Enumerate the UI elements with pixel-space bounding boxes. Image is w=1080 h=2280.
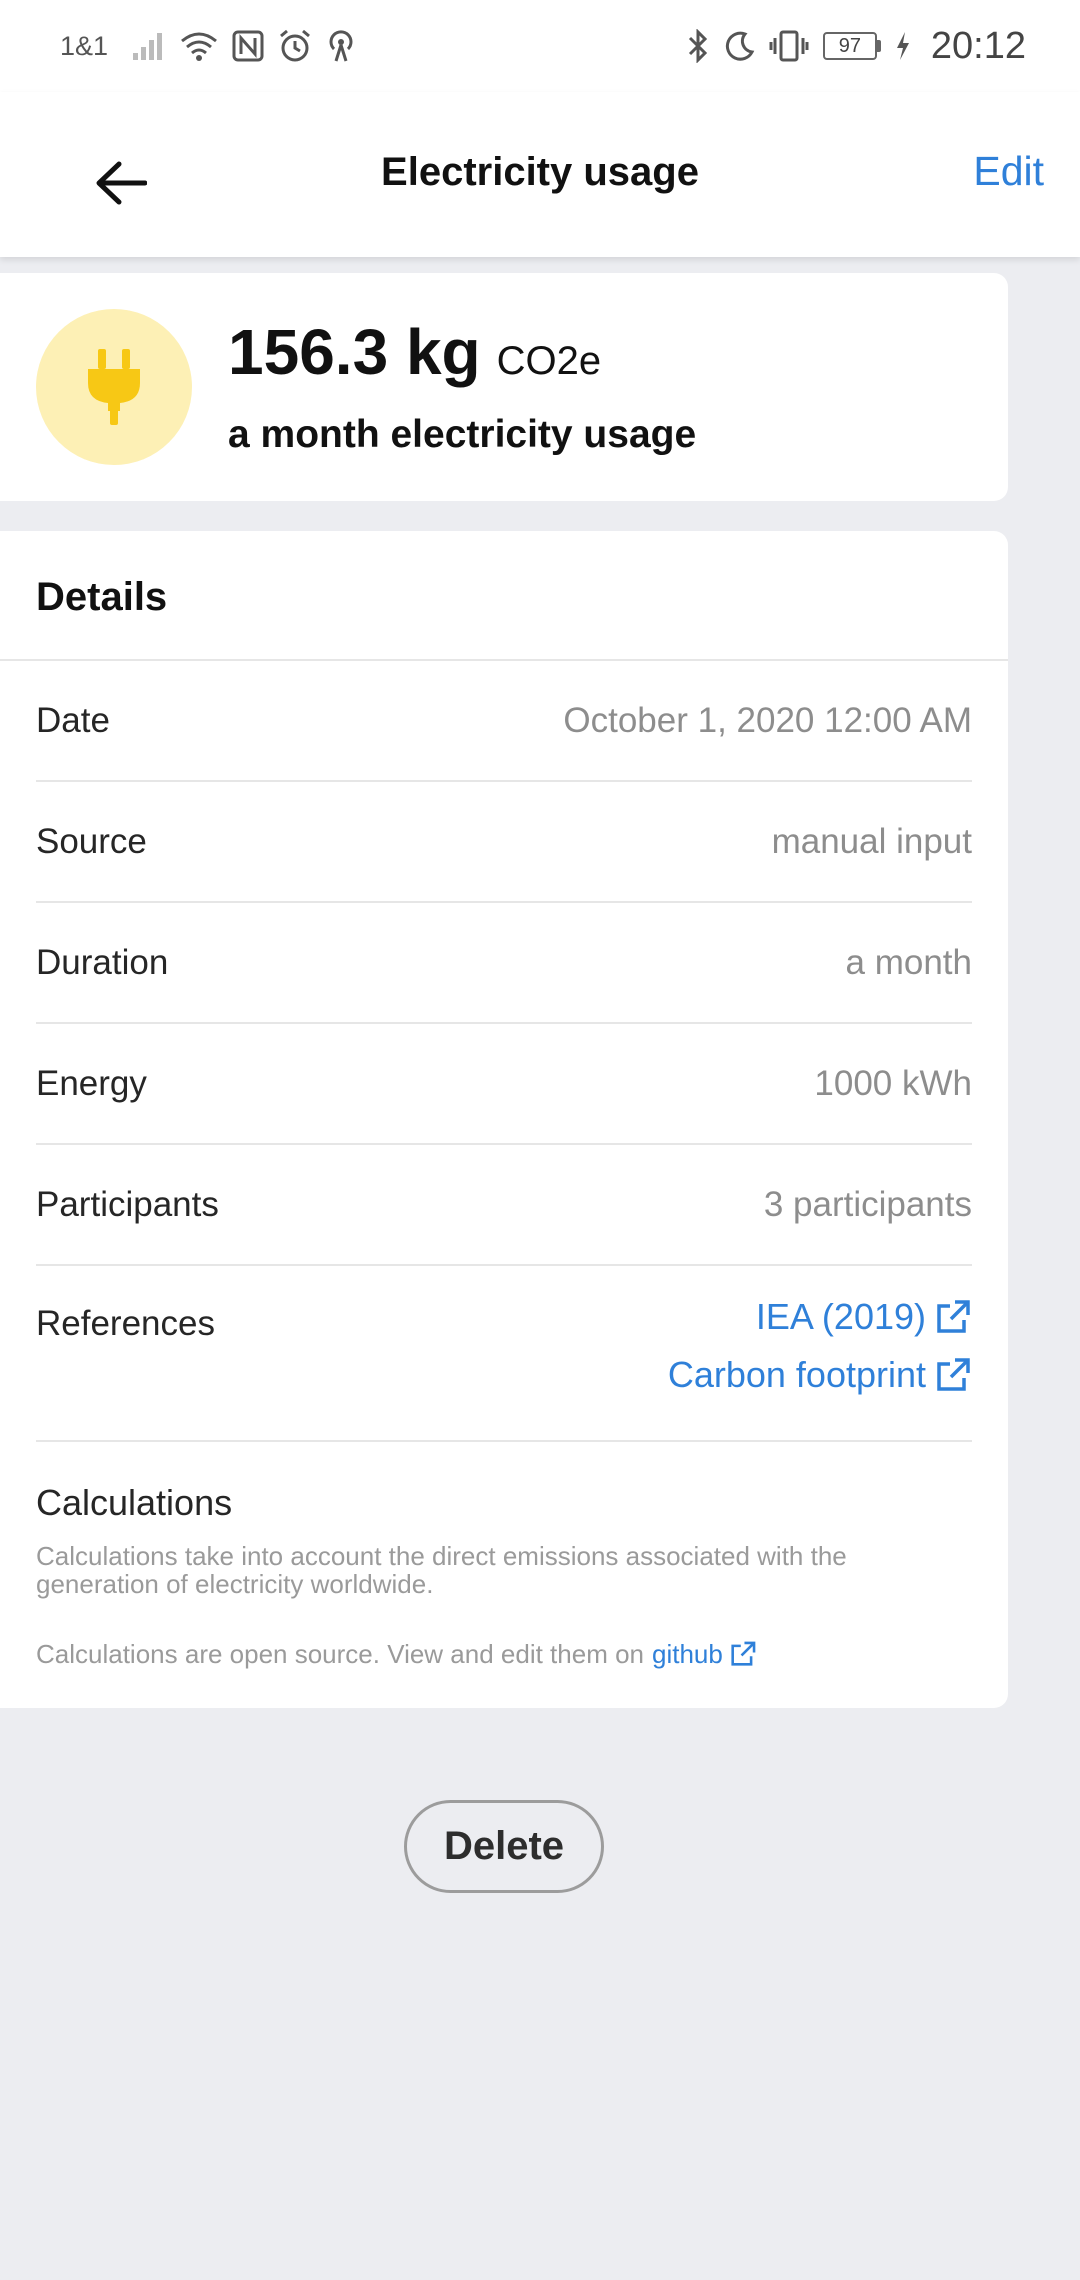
detail-value: 1000 kWh <box>814 1063 972 1103</box>
detail-value: a month <box>845 942 972 982</box>
github-link-label: github <box>652 1639 723 1669</box>
reference-link-iea[interactable]: IEA (2019) <box>756 1296 972 1338</box>
delete-button[interactable]: Delete <box>404 1800 604 1893</box>
detail-row-source: Source manual input <box>36 782 972 903</box>
calculations-open-source-note: Calculations are open source. View and e… <box>36 1640 972 1668</box>
category-icon-circle <box>36 309 192 465</box>
emission-amount: 156.3 kg CO2e <box>228 315 601 389</box>
detail-label: Participants <box>36 1184 219 1224</box>
detail-label: Source <box>36 821 147 861</box>
reference-links: IEA (2019) Carbon footprint <box>668 1296 972 1396</box>
app-bar: Electricity usage Edit <box>0 92 1080 257</box>
calculations-section: Calculations Calculations take into acco… <box>0 1442 1008 1668</box>
emission-unit: CO2e <box>496 339 602 383</box>
plug-icon <box>88 349 140 425</box>
detail-row-duration: Duration a month <box>36 903 972 1024</box>
details-card: Details Date October 1, 2020 12:00 AM So… <box>0 531 1008 1708</box>
emission-description: a month electricity usage <box>228 413 697 456</box>
status-bar-right: 97 20:12 <box>687 25 1026 68</box>
clock: 20:12 <box>930 24 1026 67</box>
moon-icon <box>723 30 755 62</box>
battery-level: 97 <box>822 32 877 60</box>
emission-value: 156.3 kg <box>228 316 481 388</box>
github-link[interactable]: github <box>652 1640 757 1668</box>
detail-row-participants: Participants 3 participants <box>36 1145 972 1266</box>
detail-row-energy: Energy 1000 kWh <box>36 1024 972 1145</box>
detail-label: Date <box>36 700 110 740</box>
open-source-text: Calculations are open source. View and e… <box>36 1639 645 1669</box>
status-bar-left: 1&1 <box>60 29 356 63</box>
vibrate-icon <box>769 30 809 62</box>
reference-link-label: Carbon footprint <box>667 1354 926 1395</box>
reference-link-carbon-footprint[interactable]: Carbon footprint <box>668 1354 972 1396</box>
calculations-description: Calculations take into account the direc… <box>36 1541 847 1599</box>
carrier-label: 1&1 <box>60 30 109 61</box>
charging-icon <box>895 31 911 61</box>
calculations-title: Calculations <box>36 1482 233 1523</box>
bluetooth-icon <box>687 29 709 63</box>
external-link-icon <box>937 1358 970 1391</box>
detail-row-date: Date October 1, 2020 12:00 AM <box>36 661 972 782</box>
reference-link-label: IEA (2019) <box>755 1296 926 1337</box>
detail-value: manual input <box>771 821 972 861</box>
battery-icon: 97 <box>822 32 881 60</box>
signal-icon <box>132 31 166 61</box>
detail-row-references: References IEA (2019) Carbon footprint <box>36 1266 972 1442</box>
detail-label: Energy <box>36 1063 147 1103</box>
emission-summary-card: 156.3 kg CO2e a month electricity usage <box>0 273 1008 501</box>
status-bar: 1&1 97 20:12 <box>0 0 1080 92</box>
details-title: Details <box>0 531 1008 661</box>
wifi-icon <box>180 31 218 61</box>
external-link-icon <box>731 1641 756 1666</box>
edit-button[interactable]: Edit <box>973 148 1044 195</box>
detail-value: 3 participants <box>763 1184 972 1224</box>
nfc-icon <box>232 30 264 62</box>
detail-value: October 1, 2020 12:00 AM <box>563 700 972 740</box>
hotspot-icon <box>326 29 356 63</box>
external-link-icon <box>937 1300 970 1333</box>
detail-label: Duration <box>36 942 169 982</box>
detail-label: References <box>36 1304 215 1343</box>
alarm-icon <box>278 29 312 63</box>
page-title: Electricity usage <box>381 150 699 194</box>
